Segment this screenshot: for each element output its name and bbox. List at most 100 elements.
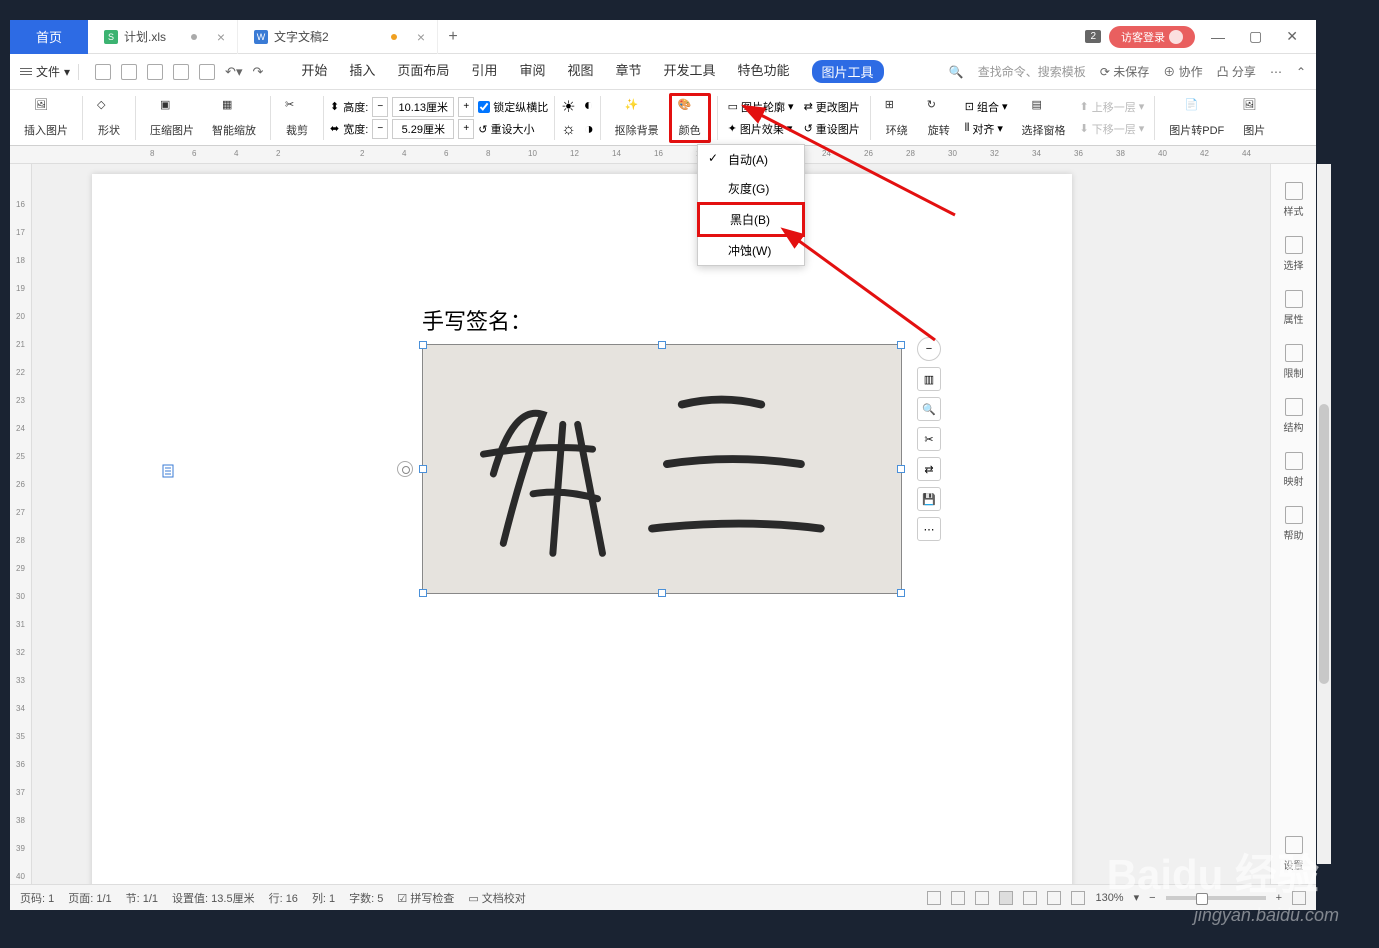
struct-panel-button[interactable]: 结构 [1284,398,1304,434]
search-icon[interactable]: 🔍 [949,65,964,79]
tab-picture-tools[interactable]: 图片工具 [812,60,884,83]
crop-button[interactable]: ✂裁剪 [277,93,317,143]
new-icon[interactable] [95,64,111,80]
shape-button[interactable]: ◇形状 [89,93,129,143]
height-dec[interactable]: − [372,97,388,117]
height-inc[interactable]: + [458,97,474,117]
coop-button[interactable]: ⊕ 协作 [1163,63,1202,80]
scrollbar-thumb[interactable] [1319,404,1329,684]
add-tab-button[interactable]: + [438,28,468,46]
fullscreen-icon[interactable] [927,891,941,905]
tab-insert[interactable]: 插入 [349,60,375,83]
tab-view[interactable]: 视图 [567,60,593,83]
edit-icon[interactable] [975,891,989,905]
section[interactable]: 节: 1/1 [126,890,158,906]
save-tool-button[interactable]: 💾 [917,487,941,511]
minimize-button[interactable]: — [1203,29,1233,45]
rotation-handle[interactable] [397,461,413,477]
tab-special[interactable]: 特色功能 [738,60,790,83]
resize-handle-r[interactable] [897,465,905,473]
zoom-in-button[interactable]: + [1276,892,1282,904]
fit-icon[interactable] [1292,891,1306,905]
pic-button[interactable]: 🖼图片 [1234,93,1274,143]
tab-layout[interactable]: 页面布局 [397,60,449,83]
search-hint[interactable]: 查找命令、搜索模板 [978,63,1086,80]
save-icon[interactable] [147,64,163,80]
horizontal-ruler[interactable]: 8642246810121416182022242628303234363840… [10,146,1316,164]
zoom-slider[interactable] [1166,896,1266,900]
resize-handle-bl[interactable] [419,589,427,597]
tab-review[interactable]: 审阅 [519,60,545,83]
compress-button[interactable]: ▣压缩图片 [142,93,202,143]
resize-handle-br[interactable] [897,589,905,597]
login-button[interactable]: 访客登录 [1109,26,1195,48]
limit-panel-button[interactable]: 限制 [1284,344,1304,380]
paragraph-mark-icon[interactable] [162,464,176,480]
char-count[interactable]: 字数: 5 [349,890,383,906]
align-button[interactable]: ⫴对齐▾ [961,119,1012,139]
page-no[interactable]: 页码: 1 [20,890,54,906]
unsaved-indicator[interactable]: ⟳ 未保存 [1100,63,1149,80]
outline-view-icon[interactable] [1023,891,1037,905]
resize-handle-t[interactable] [658,341,666,349]
home-tab[interactable]: 首页 [10,20,88,54]
contrast-up-icon[interactable]: ◐ [584,97,594,117]
crop-tool-button[interactable]: ✂ [917,427,941,451]
tab-dev[interactable]: 开发工具 [663,60,715,83]
spell-check-button[interactable]: ☑ 拼写检查 [397,890,454,906]
zoom-value[interactable]: 130% [1095,892,1123,904]
tab-doc2[interactable]: W 文字文稿2 × [238,20,438,54]
brightness-down-icon[interactable]: ☼ [561,121,576,139]
map-panel-button[interactable]: 映射 [1284,452,1304,488]
tab-plan-xls[interactable]: S 计划.xls × [88,20,238,54]
col[interactable]: 列: 1 [312,890,335,906]
layer-down-button[interactable]: ⬇下移一层▾ [1076,119,1149,139]
width-dec[interactable]: − [372,119,388,139]
share-button[interactable]: 凸 分享 [1217,63,1256,80]
close-icon[interactable]: × [217,29,225,45]
redo-icon[interactable]: ↷ [252,64,263,80]
row[interactable]: 行: 16 [269,890,298,906]
pic-to-pdf-button[interactable]: 📄图片转PDF [1161,93,1232,143]
close-button[interactable]: ✕ [1278,28,1306,45]
height-input[interactable] [392,97,454,117]
resize-handle-l[interactable] [419,465,427,473]
selection-pane-button[interactable]: ▤选择窗格 [1014,93,1074,143]
width-inc[interactable]: + [458,119,474,139]
eye-icon[interactable] [1071,891,1085,905]
prop-panel-button[interactable]: 属性 [1284,290,1304,326]
replace-tool-button[interactable]: ⇄ [917,457,941,481]
style-panel-button[interactable]: 样式 [1284,182,1304,218]
preview-icon[interactable] [199,64,215,80]
selected-image[interactable]: − ▥ 🔍 ✂ ⇄ 💾 ⋯ [422,344,902,594]
reset-size-button[interactable]: ↺ 重设大小 [478,121,534,137]
zoom-tool-button[interactable]: 🔍 [917,397,941,421]
page-scroll[interactable]: 手写签名： [32,164,1270,884]
brightness-up-icon[interactable]: ☀ [561,97,575,117]
file-menu[interactable]: 文件 ▾ [20,63,70,80]
print-icon[interactable] [173,64,189,80]
resize-handle-tl[interactable] [419,341,427,349]
collapse-ribbon-icon[interactable]: ⌃ [1296,65,1306,79]
settings-panel-button[interactable]: 设置 [1284,836,1304,872]
combine-button[interactable]: ⊡组合▾ [961,97,1012,117]
help-panel-button[interactable]: 帮助 [1284,506,1304,542]
open-icon[interactable] [121,64,137,80]
more-icon[interactable]: ⋯ [1270,65,1282,79]
reading-icon[interactable] [951,891,965,905]
maximize-button[interactable]: ▢ [1241,28,1270,45]
vertical-ruler[interactable]: 1617181920212223242526272829303132333435… [10,164,32,884]
more-tools-button[interactable]: ⋯ [917,517,941,541]
vertical-scrollbar[interactable] [1317,164,1331,864]
smart-zoom-button[interactable]: ▦智能缩放 [204,93,264,143]
undo-icon[interactable]: ↶▾ [225,64,242,80]
page-view-icon[interactable] [999,891,1013,905]
doc-fix-button[interactable]: ▭ 文档校对 [468,890,525,906]
notification-badge[interactable]: 2 [1085,30,1101,43]
zoom-out-button[interactable]: − [1149,892,1155,904]
resize-handle-b[interactable] [658,589,666,597]
contrast-down-icon[interactable]: ◑ [584,121,594,139]
color-button[interactable]: 🎨颜色 [669,93,711,143]
insert-picture-button[interactable]: 🖼插入图片 [16,93,76,143]
select-panel-button[interactable]: 选择 [1284,236,1304,272]
